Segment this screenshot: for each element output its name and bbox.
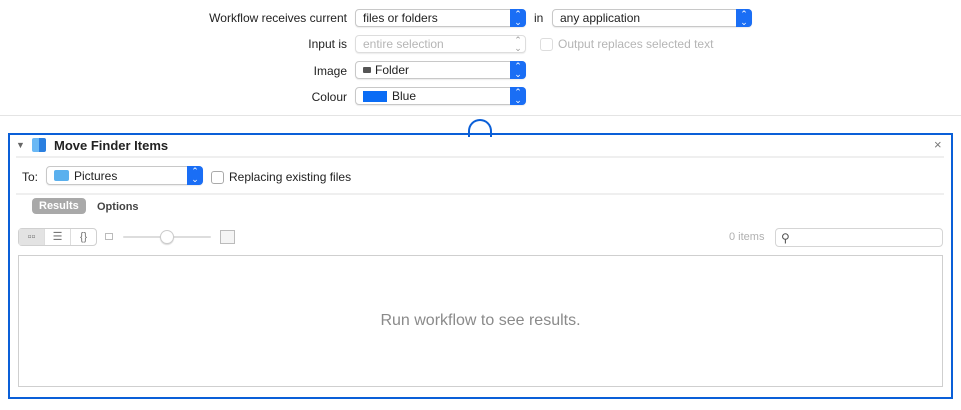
receives-value: files or folders bbox=[363, 11, 438, 25]
image-value: Folder bbox=[375, 63, 410, 77]
finder-icon bbox=[32, 138, 46, 152]
search-field[interactable]: ⚲ bbox=[775, 228, 943, 247]
receives-label: Workflow receives current bbox=[209, 11, 347, 25]
chevron-updown-icon: ⌃ ⌄ bbox=[510, 9, 526, 27]
image-popup[interactable]: Folder ⌃ ⌄ bbox=[355, 61, 526, 79]
to-label: To: bbox=[22, 170, 39, 184]
large-size-icon bbox=[220, 230, 235, 244]
results-area: Run workflow to see results. bbox=[18, 255, 943, 387]
output-replaces-checkbox[interactable]: Output replaces selected text bbox=[540, 37, 713, 51]
replacing-label: Replacing existing files bbox=[229, 170, 352, 184]
replacing-checkbox[interactable]: Replacing existing files bbox=[211, 170, 351, 184]
chevron-updown-icon: ⌃ ⌄ bbox=[510, 61, 526, 79]
receives-popup[interactable]: files or folders ⌃ ⌄ bbox=[355, 9, 526, 27]
colour-label: Colour bbox=[311, 90, 347, 104]
input-popup[interactable]: entire selection ⌃ ⌄ bbox=[355, 35, 526, 53]
close-icon[interactable]: × bbox=[934, 137, 942, 152]
colour-value: Blue bbox=[392, 89, 417, 103]
search-icon: ⚲ bbox=[781, 230, 790, 245]
to-value: Pictures bbox=[74, 168, 118, 183]
disclosure-triangle-icon[interactable]: ▼ bbox=[16, 140, 25, 150]
chevron-updown-icon: ⌃ ⌄ bbox=[510, 87, 526, 105]
items-count: 0 items bbox=[729, 231, 765, 243]
icon-view-button[interactable]: ▫▫ bbox=[19, 229, 44, 245]
tab-results[interactable]: Results bbox=[32, 198, 86, 214]
input-value: entire selection bbox=[363, 37, 444, 51]
view-segmented-control: ▫▫ ☰ {} bbox=[18, 228, 97, 246]
input-label: Input is bbox=[308, 37, 347, 51]
folder-icon bbox=[363, 67, 371, 73]
in-label: in bbox=[534, 11, 544, 25]
colour-swatch bbox=[363, 90, 387, 102]
small-size-icon bbox=[105, 233, 113, 240]
action-title: Move Finder Items bbox=[54, 138, 169, 153]
application-value: any application bbox=[560, 11, 641, 25]
output-replaces-label: Output replaces selected text bbox=[558, 37, 714, 51]
divider bbox=[16, 156, 944, 158]
destination-popup[interactable]: Pictures ⌃ ⌄ bbox=[46, 166, 203, 185]
tab-options[interactable]: Options bbox=[97, 199, 139, 215]
list-view-button[interactable]: ☰ bbox=[44, 229, 70, 245]
chevron-updown-icon: ⌃ ⌄ bbox=[187, 166, 203, 185]
checkbox-box bbox=[211, 170, 224, 184]
slider-thumb[interactable] bbox=[160, 230, 174, 244]
chevron-updown-icon: ⌃ ⌄ bbox=[736, 9, 752, 27]
checkbox-box bbox=[540, 37, 553, 51]
empty-message: Run workflow to see results. bbox=[380, 312, 581, 329]
chevron-updown-icon: ⌃ ⌄ bbox=[514, 35, 522, 53]
colour-popup[interactable]: Blue ⌃ ⌄ bbox=[355, 87, 526, 105]
json-view-button[interactable]: {} bbox=[70, 229, 96, 245]
application-popup[interactable]: any application ⌃ ⌄ bbox=[552, 9, 752, 27]
image-label: Image bbox=[313, 64, 347, 78]
divider bbox=[0, 115, 961, 116]
pictures-folder-icon bbox=[54, 170, 69, 181]
divider bbox=[16, 193, 944, 195]
search-input[interactable] bbox=[793, 231, 942, 244]
